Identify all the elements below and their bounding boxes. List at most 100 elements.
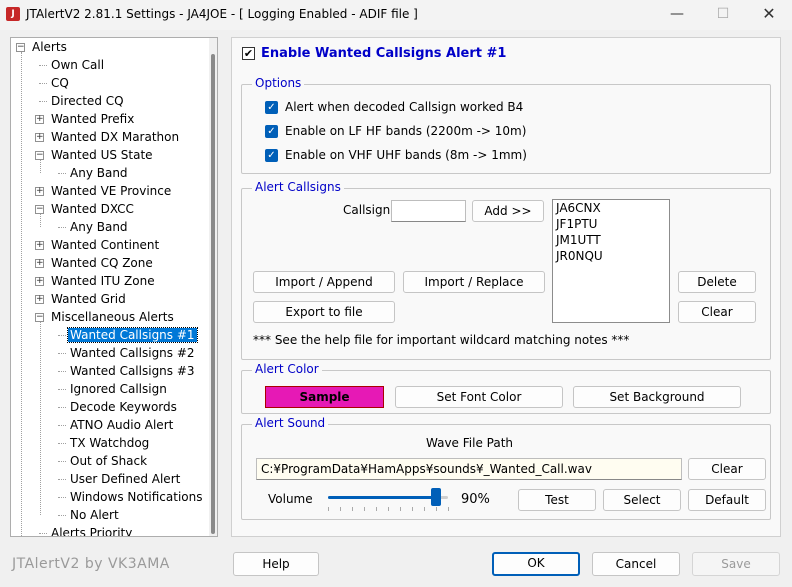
tree-item-label[interactable]: Wanted Continent	[49, 238, 161, 252]
expand-icon[interactable]: +	[35, 241, 44, 250]
option-lf-hf-label[interactable]: Enable on LF HF bands (2200m -> 10m)	[285, 124, 526, 138]
tree-item[interactable]: Wanted Callsigns #3	[68, 362, 197, 380]
delete-button[interactable]: Delete	[678, 271, 756, 293]
tree-item-label[interactable]: ATNO Audio Alert	[68, 418, 175, 432]
close-button[interactable]: ✕	[746, 0, 792, 30]
tree-item[interactable]: Directed CQ	[49, 92, 126, 110]
callsign-list-item[interactable]: JR0NQU	[553, 248, 669, 264]
option-worked-b4-checkbox[interactable]: ✓	[265, 101, 278, 114]
tree-item[interactable]: Ignored Callsign	[68, 380, 169, 398]
tree-item-label[interactable]: Wanted Callsigns #2	[68, 346, 197, 360]
expand-icon[interactable]: +	[35, 277, 44, 286]
tree-item-label[interactable]: Wanted Grid	[49, 292, 128, 306]
test-sound-button[interactable]: Test	[518, 489, 596, 511]
tree-item[interactable]: TX Watchdog	[68, 434, 151, 452]
tree-item[interactable]: User Defined Alert	[68, 470, 182, 488]
tree-scrollbar-thumb[interactable]	[211, 54, 215, 534]
tree-item[interactable]: Wanted US State	[49, 146, 155, 164]
tree-item-label[interactable]: Out of Shack	[68, 454, 149, 468]
tree-item[interactable]: Wanted Prefix	[49, 110, 136, 128]
clear-sound-button[interactable]: Clear	[688, 458, 766, 480]
help-button[interactable]: Help	[233, 552, 319, 576]
tree-item-label[interactable]: User Defined Alert	[68, 472, 182, 486]
volume-slider-thumb[interactable]	[431, 488, 441, 506]
tree-item[interactable]: Wanted DX Marathon	[49, 128, 181, 146]
tree-item[interactable]: No Alert	[68, 506, 121, 524]
tree-item[interactable]: Wanted VE Province	[49, 182, 173, 200]
tree-item[interactable]: Alerts Priority	[49, 524, 134, 536]
tree-item-label[interactable]: Windows Notifications	[68, 490, 205, 504]
default-sound-button[interactable]: Default	[688, 489, 766, 511]
wave-file-path-input[interactable]: C:¥ProgramData¥HamApps¥sounds¥_Wanted_Ca…	[256, 458, 682, 480]
select-sound-button[interactable]: Select	[603, 489, 681, 511]
add-callsign-button[interactable]: Add >>	[472, 200, 544, 222]
tree-item-label[interactable]: Decode Keywords	[68, 400, 179, 414]
collapse-icon[interactable]: −	[35, 151, 44, 160]
tree-item-label[interactable]: Wanted CQ Zone	[49, 256, 155, 270]
enable-alert-label[interactable]: Enable Wanted Callsigns Alert #1	[261, 46, 506, 61]
import-append-button[interactable]: Import / Append	[253, 271, 395, 293]
callsign-list-item[interactable]: JA6CNX	[553, 200, 669, 216]
tree-item[interactable]: Out of Shack	[68, 452, 149, 470]
tree-item-label[interactable]: Wanted US State	[49, 148, 155, 162]
tree-scrollbar[interactable]	[209, 38, 217, 536]
tree-item[interactable]: ATNO Audio Alert	[68, 416, 175, 434]
tree-item-label[interactable]: Miscellaneous Alerts	[49, 310, 176, 324]
tree-item-label[interactable]: Wanted DX Marathon	[49, 130, 181, 144]
export-button[interactable]: Export to file	[253, 301, 395, 323]
tree-item[interactable]: Wanted ITU Zone	[49, 272, 157, 290]
tree-item-label[interactable]: Ignored Callsign	[68, 382, 169, 396]
tree-item-label[interactable]: Any Band	[68, 166, 130, 180]
collapse-icon[interactable]: −	[35, 313, 44, 322]
tree-item-label[interactable]: Alerts	[30, 40, 69, 54]
tree-item[interactable]: Own Call	[49, 56, 106, 74]
callsign-input[interactable]	[391, 200, 466, 222]
option-lf-hf-checkbox[interactable]: ✓	[265, 125, 278, 138]
option-vhf-uhf-label[interactable]: Enable on VHF UHF bands (8m -> 1mm)	[285, 148, 527, 162]
tree-item[interactable]: Wanted Callsigns #2	[68, 344, 197, 362]
expand-icon[interactable]: +	[35, 115, 44, 124]
settings-tree[interactable]: Alerts − Own Call CQ Directed CQ Wanted Prefi…	[10, 37, 218, 537]
tree-item-label[interactable]: Alerts Priority	[49, 526, 134, 536]
tree-item[interactable]: Any Band	[68, 164, 130, 182]
callsign-list[interactable]: JA6CNX JF1PTU JM1UTT JR0NQU	[552, 199, 670, 323]
tree-item[interactable]: Wanted Callsigns #1	[67, 326, 198, 344]
tree-item-label[interactable]: Wanted Callsigns #3	[68, 364, 197, 378]
tree-item[interactable]: Wanted Continent	[49, 236, 161, 254]
minimize-button[interactable]: —	[654, 0, 700, 30]
callsign-list-item[interactable]: JF1PTU	[553, 216, 669, 232]
option-worked-b4-label[interactable]: Alert when decoded Callsign worked B4	[285, 100, 523, 114]
callsign-list-item[interactable]: JM1UTT	[553, 232, 669, 248]
tree-item[interactable]: Miscellaneous Alerts	[49, 308, 176, 326]
tree-item-label[interactable]: Wanted Prefix	[49, 112, 136, 126]
tree-item-label[interactable]: Directed CQ	[49, 94, 126, 108]
collapse-icon[interactable]: −	[35, 205, 44, 214]
expand-icon[interactable]: +	[35, 295, 44, 304]
tree-item-label[interactable]: Wanted VE Province	[49, 184, 173, 198]
tree-item[interactable]: Decode Keywords	[68, 398, 179, 416]
collapse-icon[interactable]: −	[16, 43, 25, 52]
tree-item-label[interactable]: TX Watchdog	[68, 436, 151, 450]
option-vhf-uhf-checkbox[interactable]: ✓	[265, 149, 278, 162]
ok-button[interactable]: OK	[492, 552, 580, 576]
tree-item-label[interactable]: CQ	[49, 76, 71, 90]
tree-item[interactable]: Wanted CQ Zone	[49, 254, 155, 272]
tree-item-label[interactable]: Any Band	[68, 220, 130, 234]
import-replace-button[interactable]: Import / Replace	[403, 271, 545, 293]
tree-item[interactable]: CQ	[49, 74, 71, 92]
tree-item[interactable]: Any Band	[68, 218, 130, 236]
clear-list-button[interactable]: Clear	[678, 301, 756, 323]
cancel-button[interactable]: Cancel	[592, 552, 680, 576]
set-font-color-button[interactable]: Set Font Color	[395, 386, 563, 408]
tree-item[interactable]: Windows Notifications	[68, 488, 205, 506]
set-background-button[interactable]: Set Background	[573, 386, 741, 408]
tree-item-label[interactable]: Wanted DXCC	[49, 202, 136, 216]
tree-item-label[interactable]: Wanted ITU Zone	[49, 274, 157, 288]
tree-item[interactable]: Wanted Grid	[49, 290, 128, 308]
expand-icon[interactable]: +	[35, 133, 44, 142]
tree-item[interactable]: Wanted DXCC	[49, 200, 136, 218]
tree-item-label[interactable]: No Alert	[68, 508, 121, 522]
tree-item[interactable]: Alerts	[30, 38, 69, 56]
expand-icon[interactable]: +	[35, 259, 44, 268]
expand-icon[interactable]: +	[35, 187, 44, 196]
